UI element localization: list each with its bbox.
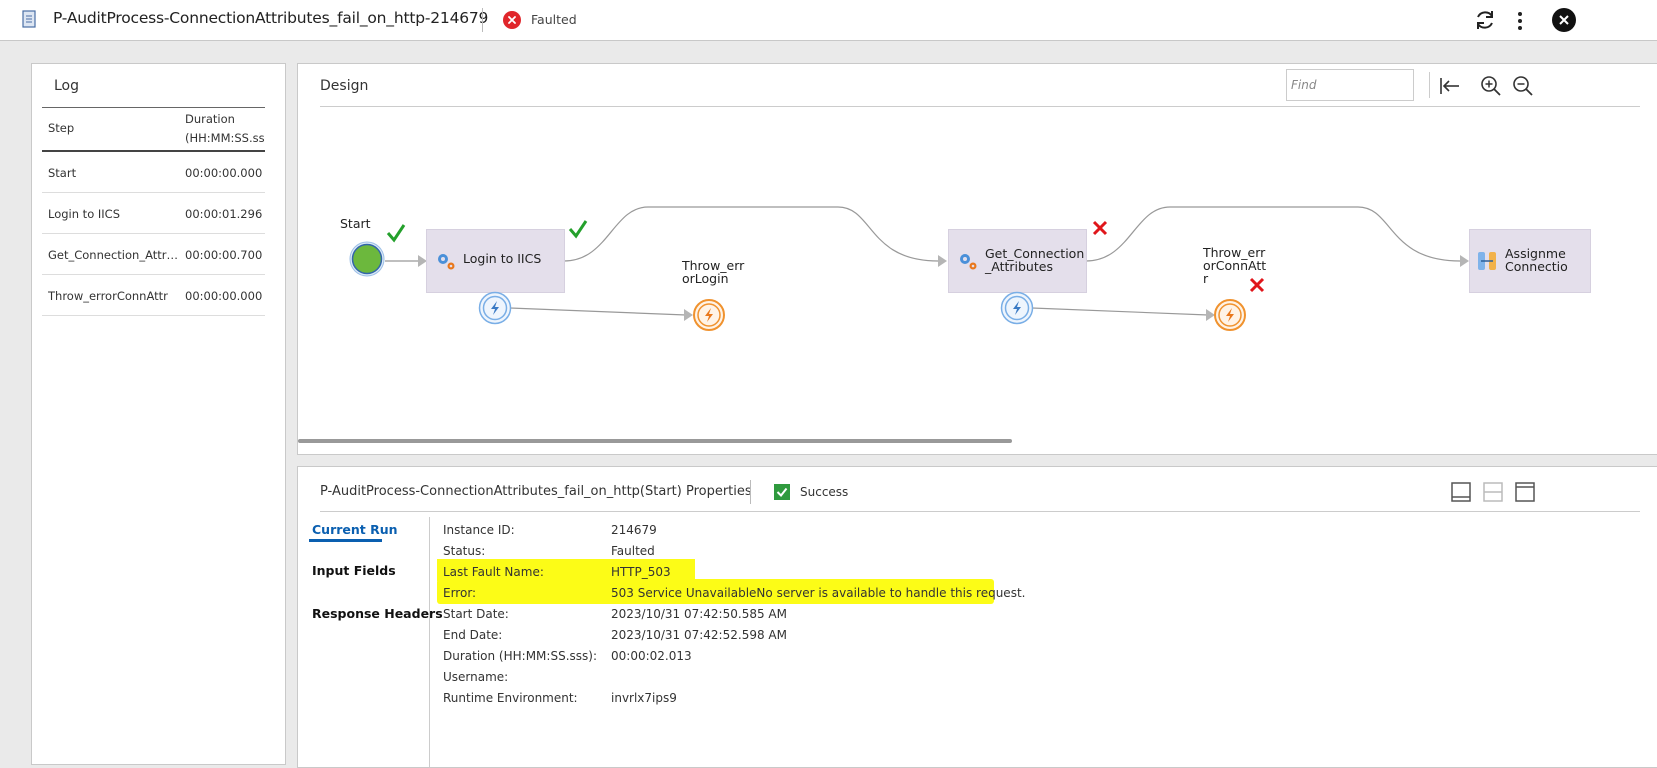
- field-key: Instance ID:: [443, 523, 515, 537]
- label-line: Connectio: [1505, 259, 1568, 274]
- log-duration: 00:00:00.000: [185, 289, 263, 303]
- log-step: Start: [48, 166, 77, 180]
- run-status-label: Faulted: [531, 12, 577, 27]
- more-options-icon[interactable]: [1511, 9, 1529, 33]
- service-gear-icon: [438, 254, 455, 270]
- log-row[interactable]: Get_Connection_Attributes 00:00:00.700: [42, 234, 265, 275]
- field-value: HTTP_503: [611, 565, 671, 579]
- field-value: 503 Service UnavailableNo server is avai…: [611, 586, 1026, 600]
- assignment-icon: [1478, 252, 1496, 270]
- field-key: Username:: [443, 670, 509, 684]
- active-tab-indicator: [309, 539, 382, 542]
- field-value: Faulted: [611, 544, 655, 558]
- log-step: Get_Connection_Attributes: [48, 248, 178, 262]
- log-step: Login to IICS: [48, 207, 120, 221]
- success-check-icon: [568, 220, 588, 239]
- top-bar: P-AuditProcess-ConnectionAttributes_fail…: [0, 0, 1657, 41]
- log-duration: 00:00:00.000: [185, 166, 263, 180]
- field-value: 214679: [611, 523, 657, 537]
- refresh-icon[interactable]: [1472, 7, 1498, 33]
- close-icon[interactable]: [1552, 8, 1576, 32]
- properties-divider: [320, 511, 1640, 512]
- throw-error-event-icon[interactable]: [1213, 298, 1247, 332]
- layout-bottom-icon[interactable]: [1450, 481, 1472, 503]
- divider: [482, 8, 483, 32]
- process-doc-icon: [22, 10, 36, 28]
- start-node-label: Start: [340, 216, 371, 231]
- page-title: P-AuditProcess-ConnectionAttributes_fail…: [53, 9, 489, 27]
- node-label: Assignme Connectio: [1505, 247, 1568, 273]
- label-line: orLogin: [682, 271, 729, 286]
- boundary-event-icon[interactable]: [1000, 291, 1034, 325]
- tab-current-run[interactable]: Current Run: [312, 522, 398, 537]
- field-value: invrlx7ips9: [611, 691, 677, 705]
- node-label: Login to IICS: [463, 251, 542, 266]
- log-step: Throw_errorConnAttr: [48, 289, 168, 303]
- field-key: End Date:: [443, 628, 503, 642]
- field-key: Status:: [443, 544, 486, 558]
- field-value: 2023/10/31 07:42:52.598 AM: [611, 628, 787, 642]
- fault-x-icon: [1092, 220, 1108, 236]
- service-gear-icon: [960, 254, 977, 270]
- label-line: orConnAtt: [1203, 258, 1267, 273]
- start-node[interactable]: [349, 241, 387, 279]
- label-line: _Attributes: [985, 259, 1053, 274]
- field-value: 2023/10/31 07:42:50.585 AM: [611, 607, 787, 621]
- duration-header-line1: Duration: [185, 112, 235, 126]
- column-header-step[interactable]: Step: [48, 121, 74, 135]
- horizontal-scrollbar[interactable]: [298, 439, 1012, 443]
- duration-header-line2: (HH:MM:SS.sss): [185, 131, 265, 145]
- field-key: Duration (HH:MM:SS.sss):: [443, 649, 597, 663]
- log-panel: Log Step Duration (HH:MM:SS.sss) Start 00…: [31, 63, 286, 765]
- success-check-icon: [774, 484, 790, 500]
- faulted-icon: [503, 11, 521, 29]
- tab-divider: [429, 517, 430, 767]
- divider: [750, 480, 751, 504]
- field-key: Error:: [443, 586, 477, 600]
- log-row[interactable]: Start 00:00:00.000: [42, 152, 265, 193]
- label-line: r: [1203, 271, 1209, 286]
- layout-split-icon[interactable]: [1482, 481, 1504, 503]
- fault-x-icon: [1249, 277, 1265, 293]
- get-connection-attributes-node[interactable]: Get_Connection _Attributes: [948, 229, 1087, 293]
- tab-input-fields[interactable]: Input Fields: [312, 563, 396, 578]
- tab-response-headers[interactable]: Response Headers: [312, 606, 443, 621]
- log-duration: 00:00:01.296: [185, 207, 263, 221]
- properties-panel: P-AuditProcess-ConnectionAttributes_fail…: [297, 466, 1657, 768]
- throw-errorlogin-label: Throw_err orLogin: [682, 259, 744, 285]
- throw-error-event-icon[interactable]: [692, 298, 726, 332]
- properties-status: Success: [800, 485, 849, 499]
- boundary-event-icon[interactable]: [478, 291, 512, 325]
- properties-title: P-AuditProcess-ConnectionAttributes_fail…: [320, 484, 752, 499]
- log-table: Step Duration (HH:MM:SS.sss) Start 00:00:…: [42, 107, 265, 316]
- column-header-duration[interactable]: Duration (HH:MM:SS.sss): [185, 110, 265, 148]
- assignment-node[interactable]: Assignme Connectio: [1469, 229, 1591, 293]
- log-title: Log: [54, 78, 80, 94]
- layout-top-icon[interactable]: [1514, 481, 1536, 503]
- field-key: Start Date:: [443, 607, 509, 621]
- node-label: Get_Connection _Attributes: [985, 247, 1084, 273]
- log-table-header: Step Duration (HH:MM:SS.sss): [42, 107, 265, 152]
- field-value: 00:00:02.013: [611, 649, 692, 663]
- field-key: Runtime Environment:: [443, 691, 578, 705]
- success-check-icon: [386, 224, 406, 243]
- log-row[interactable]: Throw_errorConnAttr 00:00:00.000: [42, 275, 265, 316]
- field-key: Last Fault Name:: [443, 565, 544, 579]
- login-to-iics-node[interactable]: Login to IICS: [426, 229, 565, 293]
- log-row[interactable]: Login to IICS 00:00:01.296: [42, 193, 265, 234]
- design-panel: Design Find Start Login to IICS Throw_er…: [297, 63, 1657, 455]
- log-duration: 00:00:00.700: [185, 248, 263, 262]
